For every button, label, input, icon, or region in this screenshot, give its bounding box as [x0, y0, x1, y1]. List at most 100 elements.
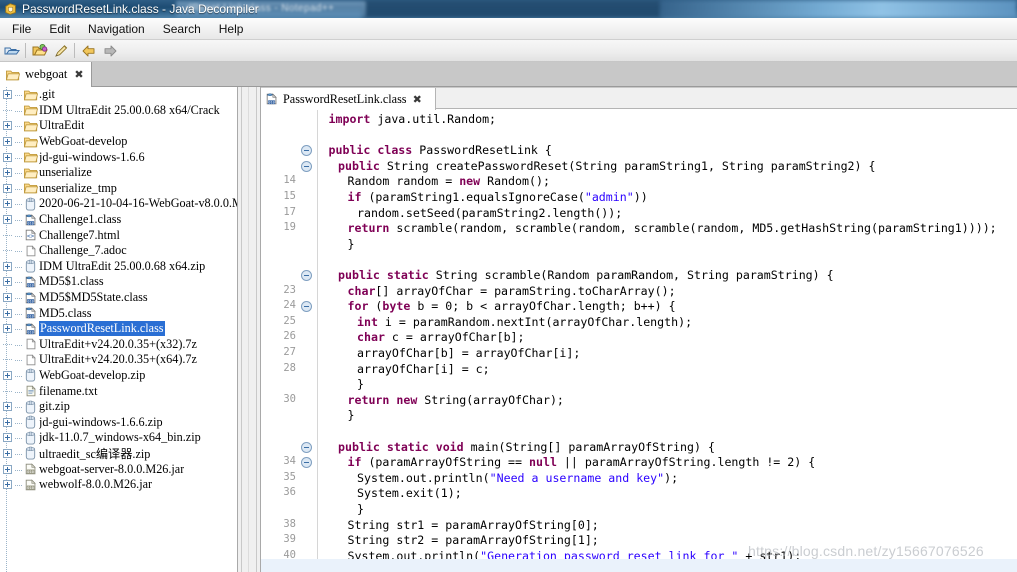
- code-token: return: [347, 221, 390, 236]
- open-file-button[interactable]: [1, 41, 22, 61]
- expand-plus-icon[interactable]: [2, 182, 15, 195]
- tree-item[interactable]: unserialize_tmp: [0, 181, 237, 197]
- tree-item[interactable]: <> Challenge7.html: [0, 227, 237, 243]
- svg-text:<>: <>: [26, 233, 34, 240]
- tree-connector: [15, 306, 22, 320]
- tree-item[interactable]: UltraEdit+v24.20.0.35+(x64).7z: [0, 352, 237, 368]
- tree-item[interactable]: 010 MD5$1.class: [0, 274, 237, 290]
- expand-plus-icon[interactable]: [2, 369, 15, 382]
- expand-plus-icon[interactable]: [2, 322, 15, 335]
- fold-collapse-icon[interactable]: [301, 457, 312, 469]
- menu-search[interactable]: Search: [154, 20, 210, 38]
- tree-item[interactable]: jdk-11.0.7_windows-x64_bin.zip: [0, 430, 237, 446]
- open-type-button[interactable]: [29, 41, 50, 61]
- tree-item[interactable]: git.zip: [0, 399, 237, 415]
- tree-item[interactable]: 010 webgoat-server-8.0.0.M26.jar: [0, 461, 237, 477]
- code-token: random.setSeed(paramString2.length());: [357, 205, 623, 220]
- archive-icon: [22, 259, 39, 273]
- expand-plus-icon[interactable]: [2, 135, 15, 148]
- tree-item[interactable]: jd-gui-windows-1.6.6: [0, 149, 237, 165]
- source-code[interactable]: import java.util.Random; public class Pas…: [319, 110, 1017, 572]
- close-icon[interactable]: ✖: [74, 68, 83, 81]
- code-token: if: [347, 190, 362, 204]
- expand-plus-icon[interactable]: [2, 447, 15, 460]
- menu-help[interactable]: Help: [210, 20, 253, 38]
- expand-plus-icon[interactable]: [2, 166, 15, 179]
- code-token: new: [396, 392, 418, 407]
- tree-item[interactable]: UltraEdit: [0, 118, 237, 134]
- editor-area: 010 PasswordResetLink.class ✖ 14 15 17 19 23…: [261, 87, 1017, 572]
- expand-plus-icon[interactable]: [2, 88, 15, 101]
- expand-plus-icon[interactable]: [2, 291, 15, 304]
- tree-item[interactable]: 010 webwolf-8.0.0.M26.jar: [0, 477, 237, 493]
- expand-plus-icon[interactable]: [2, 463, 15, 476]
- back-button[interactable]: [78, 41, 99, 61]
- tree-item[interactable]: 010 Challenge1.class: [0, 212, 237, 228]
- tree-item[interactable]: unserialize: [0, 165, 237, 181]
- splitter-line-right: [256, 87, 257, 572]
- tree-item[interactable]: IDM UltraEdit 25.00.0.68 x64.zip: [0, 259, 237, 275]
- tree-item[interactable]: ultraedit_sc编译器.zip: [0, 446, 237, 461]
- tree-connector: [15, 462, 22, 476]
- tree-item-label: .git: [39, 87, 55, 102]
- fold-collapse-icon[interactable]: [301, 160, 312, 172]
- tree-item[interactable]: WebGoat-develop.zip: [0, 368, 237, 384]
- tree-item-label: Challenge_7.adoc: [39, 243, 127, 258]
- search-button[interactable]: [50, 41, 71, 61]
- tree-item[interactable]: 010 MD5$MD5State.class: [0, 290, 237, 306]
- expand-plus-icon[interactable]: [2, 260, 15, 273]
- toolbar-separator-1: [25, 43, 26, 58]
- workspace-tab-webgoat[interactable]: webgoat ✖: [0, 62, 92, 87]
- expand-plus-icon[interactable]: [2, 431, 15, 444]
- tree-connector: [15, 228, 22, 242]
- tree-item[interactable]: jd-gui-windows-1.6.6.zip: [0, 414, 237, 430]
- menu-navigation[interactable]: Navigation: [79, 20, 154, 38]
- line-number: 24: [283, 299, 296, 312]
- expand-plus-icon[interactable]: [2, 307, 15, 320]
- expand-plus-icon[interactable]: [2, 400, 15, 413]
- code-line: }: [319, 408, 355, 424]
- file-tree-panel[interactable]: .git IDM UltraEdit 25.00.0.68 x64/Crack Ul…: [0, 87, 237, 572]
- fold-collapse-icon[interactable]: [301, 145, 312, 157]
- expand-plus-icon[interactable]: [2, 478, 15, 491]
- menu-file[interactable]: File: [3, 20, 40, 38]
- tree-item-label: unserialize_tmp: [39, 180, 117, 195]
- tree-item-label: WebGoat-develop.zip: [39, 367, 146, 382]
- class-icon: 010: [266, 93, 277, 104]
- tree-item[interactable]: Challenge_7.adoc: [0, 243, 237, 259]
- tree-item[interactable]: 2020-06-21-10-04-16-WebGoat-v8.0.0.M26.z: [0, 196, 237, 212]
- line-number: 14: [283, 174, 296, 187]
- tree-item[interactable]: filename.txt: [0, 383, 237, 399]
- code-viewer[interactable]: 141517192324252627283034353638394041 imp…: [261, 110, 1017, 572]
- code-line: System.exit(1);: [319, 486, 462, 502]
- fold-collapse-icon[interactable]: [301, 270, 312, 281]
- html-icon: <>: [25, 229, 36, 241]
- jar-icon: 010: [25, 463, 36, 475]
- tree-item[interactable]: IDM UltraEdit 25.00.0.68 x64/Crack: [0, 103, 237, 119]
- close-icon[interactable]: ✖: [413, 93, 422, 106]
- tree-leaf-connector: [2, 244, 15, 257]
- menu-edit[interactable]: Edit: [40, 20, 79, 38]
- forward-button[interactable]: [99, 41, 120, 61]
- menu-bar: File Edit Navigation Search Help: [0, 18, 1017, 40]
- editor-tab-passwordresetlink[interactable]: 010 PasswordResetLink.class ✖: [261, 88, 436, 110]
- fold-collapse-icon[interactable]: [301, 441, 312, 453]
- expand-plus-icon[interactable]: [2, 151, 15, 164]
- line-number: 35: [283, 470, 296, 483]
- fold-collapse-icon[interactable]: [301, 301, 312, 313]
- tree-item[interactable]: 010 MD5.class: [0, 305, 237, 321]
- expand-plus-icon[interactable]: [2, 119, 15, 132]
- tree-item[interactable]: 010 PasswordResetLink.class: [0, 321, 237, 337]
- workspace-tab-bar: webgoat ✖: [0, 62, 1017, 87]
- tree-item[interactable]: UltraEdit+v24.20.0.35+(x32).7z: [0, 337, 237, 353]
- tree-item[interactable]: WebGoat-develop: [0, 134, 237, 150]
- code-token: }: [357, 377, 364, 392]
- expand-plus-icon[interactable]: [2, 416, 15, 429]
- tree-item[interactable]: .git: [0, 87, 237, 103]
- panel-splitter[interactable]: [237, 87, 261, 572]
- code-line: char[] arrayOfChar = paramString.toCharA…: [319, 284, 676, 300]
- expand-plus-icon[interactable]: [2, 275, 15, 288]
- tree-item-label: git.zip: [39, 399, 70, 414]
- expand-plus-icon[interactable]: [2, 197, 15, 210]
- expand-plus-icon[interactable]: [2, 213, 15, 226]
